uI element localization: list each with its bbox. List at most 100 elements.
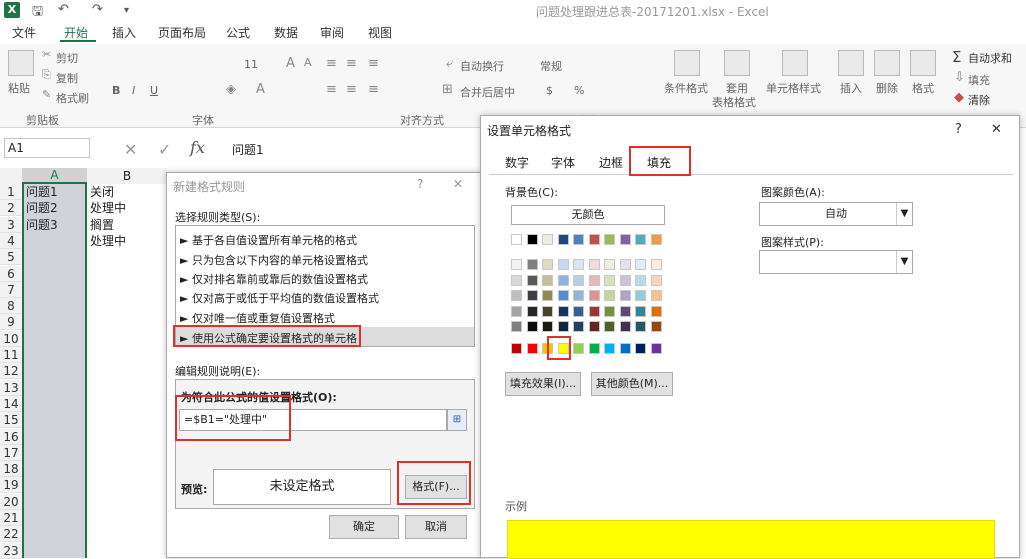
align-left-icon[interactable]: ≡ (326, 82, 337, 97)
color-swatch[interactable] (604, 321, 615, 332)
paste-icon[interactable] (8, 50, 34, 76)
color-swatch[interactable] (635, 234, 646, 245)
row-header[interactable]: 4 (0, 232, 22, 249)
increase-font-icon[interactable]: A (286, 56, 295, 71)
insert-function-icon[interactable]: fx (190, 138, 205, 157)
currency-button[interactable]: $ (546, 84, 553, 97)
color-swatch[interactable] (650, 274, 662, 286)
color-swatch[interactable] (526, 321, 538, 332)
row-header[interactable]: 10 (0, 330, 22, 347)
wrap-text-icon[interactable]: ⤶ (446, 56, 453, 71)
rule-type-item[interactable]: ► 仅对高于或低于平均值的数值设置格式 (180, 290, 379, 306)
number-format-select[interactable]: 常规 (540, 58, 562, 74)
row-header[interactable]: 1 (0, 184, 22, 200)
color-swatch[interactable] (573, 343, 584, 354)
color-swatch[interactable] (635, 274, 646, 286)
italic-button[interactable]: I (132, 84, 135, 97)
color-swatch[interactable] (588, 305, 600, 317)
tab-home[interactable]: 开始 (64, 24, 88, 41)
rule-type-item[interactable]: ► 基于各自值设置所有单元格的格式 (180, 232, 357, 248)
color-swatch[interactable] (650, 259, 662, 270)
row-header[interactable]: 5 (0, 249, 22, 266)
rule-type-item[interactable]: ► 仅对排名靠前或靠后的数值设置格式 (180, 271, 368, 287)
format-cells-button[interactable]: 格式 (912, 80, 934, 96)
row-header[interactable]: 15 (0, 412, 22, 429)
row-header[interactable]: 22 (0, 526, 22, 543)
wrap-text-button[interactable]: 自动换行 (460, 58, 504, 74)
color-swatch[interactable] (557, 321, 569, 332)
color-swatch[interactable] (526, 305, 538, 317)
table-format-icon[interactable] (724, 50, 750, 76)
cell-b[interactable]: 处理中 (88, 200, 166, 216)
undo-icon[interactable]: ↶ (58, 2, 69, 17)
row-header[interactable]: 7 (0, 281, 22, 298)
fill-color-icon[interactable]: ◈ (226, 82, 236, 97)
tab-font[interactable]: 字体 (551, 154, 575, 171)
tab-number[interactable]: 数字 (505, 154, 529, 171)
conditional-format-button[interactable]: 条件格式 (664, 80, 708, 96)
color-swatch[interactable] (573, 290, 584, 301)
color-swatch[interactable] (604, 305, 615, 317)
align-top-icon[interactable]: ≡ (326, 56, 337, 71)
color-swatch[interactable] (650, 305, 662, 317)
color-swatch[interactable] (619, 290, 631, 301)
cancel-entry-icon[interactable]: ✕ (124, 140, 137, 159)
rule-type-item[interactable]: ► 仅对唯一值或重复值设置格式 (180, 310, 335, 326)
color-swatch[interactable] (511, 343, 522, 354)
color-swatch[interactable] (604, 259, 615, 270)
tab-file[interactable]: 文件 (12, 24, 36, 41)
color-swatch[interactable] (526, 290, 538, 301)
row-header[interactable]: 17 (0, 444, 22, 461)
color-swatch[interactable] (557, 305, 569, 317)
align-center-icon[interactable]: ≡ (346, 82, 357, 97)
redo-icon[interactable]: ↷ (92, 2, 103, 17)
merge-center-icon[interactable]: ⊞ (442, 82, 453, 97)
cell-styles-icon[interactable] (782, 50, 808, 76)
color-swatch[interactable] (511, 259, 522, 270)
row-header[interactable]: 16 (0, 428, 22, 445)
customize-quick-access-icon[interactable]: ▾ (124, 5, 129, 16)
format-painter-icon[interactable]: ✎ (42, 88, 51, 101)
formula-content[interactable]: 问题1 (232, 141, 264, 158)
cell-b[interactable]: 处理中 (88, 233, 166, 249)
cell-a[interactable]: 问题1 (24, 184, 87, 200)
cut-button[interactable]: 剪切 (56, 50, 78, 66)
color-swatch[interactable] (542, 234, 553, 245)
row-header[interactable]: 21 (0, 510, 22, 526)
column-header-a[interactable]: A (22, 168, 87, 184)
close-button[interactable]: ✕ (453, 177, 463, 191)
row-header[interactable]: 23 (0, 542, 22, 559)
color-swatch[interactable] (511, 321, 522, 332)
color-swatch[interactable] (619, 259, 631, 270)
cancel-button[interactable]: 取消 (405, 515, 467, 539)
color-swatch[interactable] (573, 234, 584, 245)
color-swatch[interactable] (588, 259, 600, 270)
color-swatch[interactable] (526, 274, 538, 286)
color-swatch[interactable] (650, 321, 662, 332)
color-swatch[interactable] (511, 290, 522, 301)
color-swatch[interactable] (604, 343, 615, 354)
row-header[interactable]: 11 (0, 347, 22, 363)
color-swatch[interactable] (650, 343, 662, 354)
select-all-corner[interactable] (0, 168, 22, 184)
no-color-button[interactable]: 无颜色 (511, 205, 665, 225)
row-header[interactable]: 2 (0, 200, 22, 217)
color-swatch[interactable] (619, 305, 631, 317)
color-swatch[interactable] (542, 290, 553, 301)
color-swatch[interactable] (604, 274, 615, 286)
row-header[interactable]: 9 (0, 314, 22, 331)
color-swatch[interactable] (635, 290, 646, 301)
color-swatch[interactable] (511, 234, 522, 245)
row-header[interactable]: 3 (0, 216, 22, 233)
color-swatch[interactable] (619, 321, 631, 332)
align-middle-icon[interactable]: ≡ (346, 56, 357, 71)
bold-button[interactable]: B (112, 84, 120, 97)
color-swatch[interactable] (588, 343, 600, 354)
range-picker-icon[interactable]: ⊞ (447, 409, 467, 431)
color-swatch[interactable] (557, 259, 569, 270)
color-swatch[interactable] (526, 343, 538, 354)
close-button[interactable]: ✕ (991, 122, 1002, 137)
align-bottom-icon[interactable]: ≡ (368, 56, 379, 71)
pattern-color-select[interactable]: 自动 ▼ (759, 202, 913, 226)
color-swatch[interactable] (557, 234, 569, 245)
